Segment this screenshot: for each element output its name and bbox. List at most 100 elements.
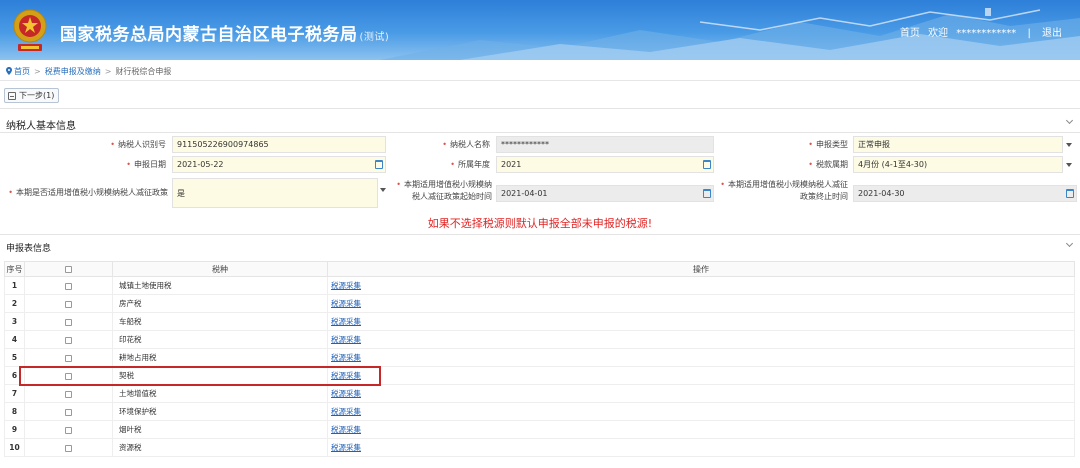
select-all-header	[24, 261, 113, 277]
row-checkbox-cell	[24, 276, 113, 295]
collapse-chevron-icon[interactable]	[1066, 241, 1074, 249]
row-index: 4	[4, 330, 25, 349]
row-index: 3	[4, 312, 25, 331]
breadcrumb-tax-declare[interactable]: 税费申报及缴纳	[45, 67, 101, 76]
calendar-icon[interactable]	[703, 160, 711, 169]
tax-source-collect-link[interactable]: 税源采集	[331, 371, 361, 380]
row-checkbox-cell	[24, 420, 113, 439]
declare-type-select[interactable]: 正常申报	[853, 136, 1072, 153]
site-title-text: 国家税务总局内蒙古自治区电子税务局	[60, 25, 358, 45]
row-tax-type: 资源税	[112, 438, 328, 457]
breadcrumb: 首页 > 税费申报及缴纳 > 财行税综合申报	[6, 66, 171, 77]
save-icon	[8, 91, 16, 100]
breadcrumb-current: 财行税综合申报	[115, 67, 172, 76]
table-row: 4 印花税 税源采集	[4, 330, 1075, 349]
row-checkbox[interactable]	[65, 372, 72, 380]
select-all-checkbox[interactable]	[65, 265, 72, 273]
table-row: 8 环境保护税 税源采集	[4, 402, 1075, 421]
logout-link[interactable]: 退出	[1042, 28, 1062, 39]
row-operation-cell: 税源采集	[327, 348, 1075, 367]
row-checkbox[interactable]	[65, 318, 72, 326]
row-checkbox[interactable]	[65, 390, 72, 398]
collapse-chevron-icon[interactable]	[1066, 118, 1074, 126]
row-operation-cell: 税源采集	[327, 420, 1075, 439]
tax-year-label: • 所属年度	[450, 160, 490, 169]
row-checkbox[interactable]	[65, 426, 72, 434]
tax-source-collect-link[interactable]: 税源采集	[331, 443, 361, 452]
tax-source-collect-link[interactable]: 税源采集	[331, 335, 361, 344]
tax-period-select[interactable]: 4月份 (4-1至4-30)	[853, 156, 1072, 173]
row-checkbox-cell	[24, 366, 113, 385]
taxpayer-id-label: • 纳税人识别号	[110, 140, 166, 149]
taxpayer-id-field[interactable]: 911505226900974865	[172, 136, 386, 153]
site-title: 国家税务总局内蒙古自治区电子税务局 (测试)	[60, 20, 389, 45]
row-index: 2	[4, 294, 25, 313]
tax-period-label: • 税款属期	[808, 160, 848, 169]
row-checkbox[interactable]	[65, 336, 72, 344]
declare-date-field[interactable]: 2021-05-22	[172, 156, 386, 173]
row-checkbox[interactable]	[65, 300, 72, 308]
tax-source-collect-link[interactable]: 税源采集	[331, 317, 361, 326]
operation-header: 操作	[327, 261, 1075, 277]
calendar-icon	[1066, 189, 1074, 198]
row-operation-cell: 税源采集	[327, 438, 1075, 457]
row-checkbox-cell	[24, 384, 113, 403]
source-selection-notice: 如果不选择税源则默认申报全部未申报的税源!	[427, 217, 653, 230]
tax-source-collect-link[interactable]: 税源采集	[331, 407, 361, 416]
small-scale-policy-select[interactable]: 是	[172, 178, 386, 208]
calendar-icon	[703, 189, 711, 198]
row-checkbox[interactable]	[65, 444, 72, 452]
tax-year-field[interactable]: 2021	[496, 156, 714, 173]
row-index: 9	[4, 420, 25, 439]
breadcrumb-home[interactable]: 首页	[14, 67, 30, 76]
tax-source-collect-link[interactable]: 税源采集	[331, 299, 361, 308]
declare-date-label: • 申报日期	[126, 160, 166, 169]
row-checkbox-cell	[24, 312, 113, 331]
row-tax-type: 印花税	[112, 330, 328, 349]
row-checkbox[interactable]	[65, 354, 72, 362]
row-operation-cell: 税源采集	[327, 402, 1075, 421]
row-index: 10	[4, 438, 25, 457]
row-index: 5	[4, 348, 25, 367]
row-tax-type: 房产税	[112, 294, 328, 313]
row-checkbox-cell	[24, 402, 113, 421]
calendar-icon[interactable]	[375, 160, 383, 169]
table-row: 9 烟叶税 税源采集	[4, 420, 1075, 439]
tax-source-collect-link[interactable]: 税源采集	[331, 281, 361, 290]
row-checkbox[interactable]	[65, 408, 72, 416]
dropdown-caret-icon	[1066, 163, 1072, 167]
tax-source-collect-link[interactable]: 税源采集	[331, 353, 361, 362]
row-tax-type: 土地增值税	[112, 384, 328, 403]
index-header: 序号	[4, 261, 25, 277]
row-index: 8	[4, 402, 25, 421]
national-emblem-logo	[13, 9, 47, 51]
tax-source-collect-link[interactable]: 税源采集	[331, 389, 361, 398]
tax-source-collect-link[interactable]: 税源采集	[331, 425, 361, 434]
row-checkbox-cell	[24, 438, 113, 457]
row-checkbox-cell	[24, 330, 113, 349]
row-operation-cell: 税源采集	[327, 330, 1075, 349]
breadcrumb-separator: >	[34, 67, 41, 76]
row-operation-cell: 税源采集	[327, 276, 1075, 295]
next-step-button[interactable]: 下一步(1)	[4, 88, 60, 103]
small-scale-policy-label: • 本期是否适用增值税小规模纳税人减征政策	[8, 188, 168, 197]
location-pin-icon	[6, 67, 12, 75]
row-tax-type: 城镇土地使用税	[112, 276, 328, 295]
declare-table-title: 申报表信息	[6, 244, 52, 254]
home-link[interactable]: 首页	[900, 28, 920, 39]
row-operation-cell: 税源采集	[327, 366, 1075, 385]
row-checkbox[interactable]	[65, 282, 72, 290]
row-index: 6	[4, 366, 25, 385]
declare-type-label: • 申报类型	[808, 140, 848, 149]
table-row: 3 车船税 税源采集	[4, 312, 1075, 331]
site-header: 国家税务总局内蒙古自治区电子税务局 (测试) 首页 欢迎 ************…	[0, 0, 1080, 60]
table-row: 7 土地增值税 税源采集	[4, 384, 1075, 403]
welcome-text: 欢迎	[928, 28, 949, 39]
next-step-label: 下一步(1)	[19, 91, 55, 100]
row-operation-cell: 税源采集	[327, 384, 1075, 403]
top-nav: 首页 欢迎 ************ | 退出	[895, 24, 1062, 39]
table-row: 10 资源税 税源采集	[4, 438, 1075, 457]
nav-separator: |	[1027, 28, 1031, 39]
breadcrumb-divider	[0, 80, 1080, 81]
policy-start-field: 2021-04-01	[496, 185, 714, 202]
